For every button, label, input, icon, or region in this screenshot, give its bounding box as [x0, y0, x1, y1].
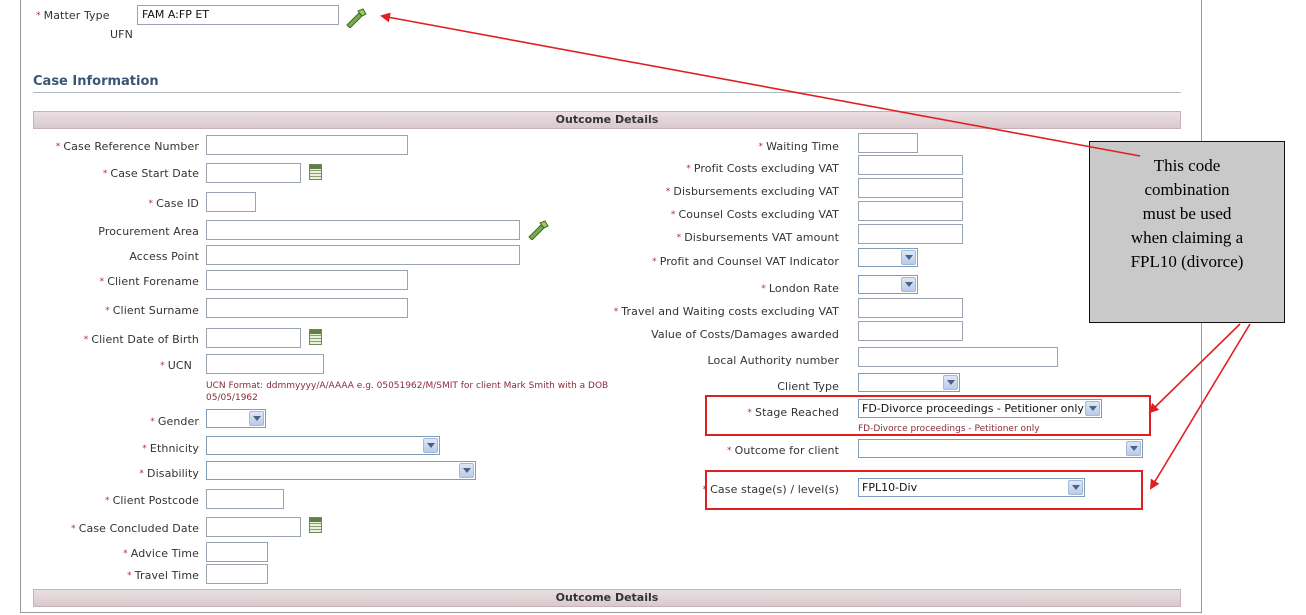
arrow-to-stage-reached	[1148, 323, 1241, 414]
annotation-arrows	[380, 12, 1251, 490]
arrow-to-matter-type	[380, 12, 1141, 157]
arrow-to-case-stage	[1149, 323, 1251, 490]
